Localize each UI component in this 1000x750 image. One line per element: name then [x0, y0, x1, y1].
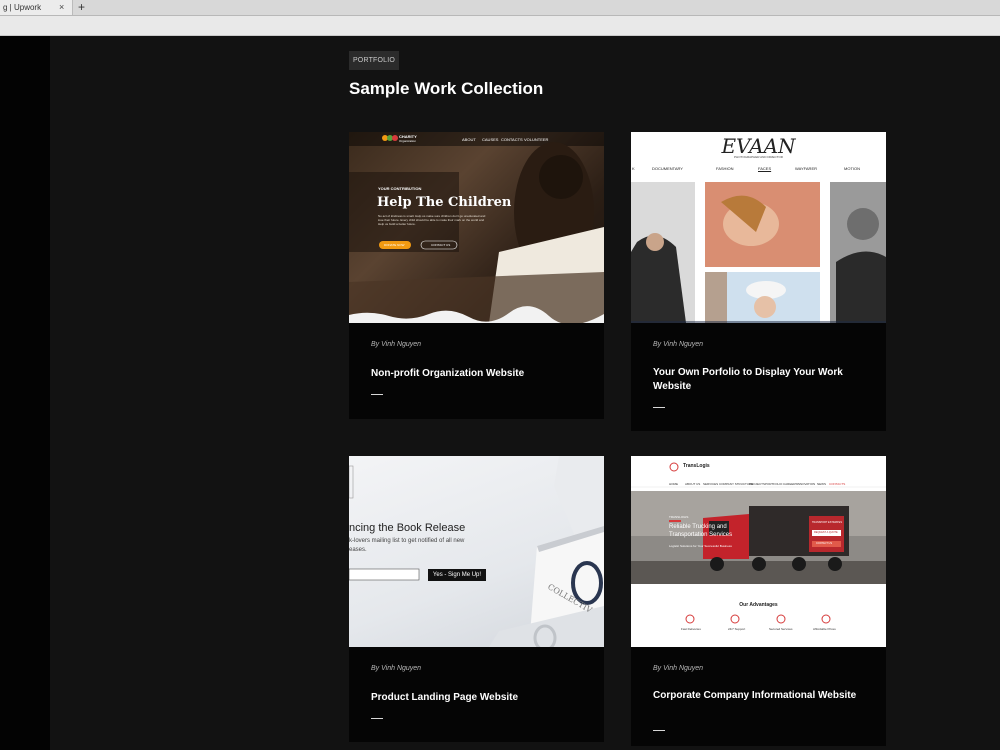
card-title[interactable]: Your Own Porfolio to Display Your Work W…: [653, 366, 865, 394]
thumb-sub: Logistic Solutions for Your Successful B…: [669, 544, 732, 548]
browser-tab-bar: g | Upwork × +: [0, 0, 1000, 16]
thumb-kicker: TRANSLOGIS: [669, 515, 689, 519]
thumb-nav-item: FASHION: [716, 166, 734, 171]
portfolio-card-landing[interactable]: ncing the Book Release k-lovers mailing …: [349, 456, 604, 742]
thumb-nav-item: SERVICES: [703, 482, 719, 486]
thumb-nav-item: MOTION: [844, 166, 860, 171]
thumb-subtext-1: k-lovers mailing list to get notified of…: [349, 538, 465, 544]
thumb-headline: Help The Children: [377, 195, 512, 210]
books-illustration: [349, 456, 604, 647]
thumb-advantage: Fast Deliveries: [681, 627, 701, 631]
thumb-box-title: TRANSPORT ESTIMATES: [812, 521, 843, 524]
thumb-logo-sub: PHOTOGRAPHER AND DIRECTOR: [734, 155, 783, 159]
thumb-nav-item: CONTACTS: [829, 482, 846, 486]
thumb-advantage: Secured Services: [769, 627, 793, 631]
section-badge: PORTFOLIO: [349, 51, 399, 70]
tab-title: g | Upwork: [3, 3, 42, 12]
portfolio-card-corporate[interactable]: TransLogis HOME ABOUT US SERVICES COMPAN…: [631, 456, 886, 746]
thumbnail-translogis[interactable]: TransLogis HOME ABOUT US SERVICES COMPAN…: [631, 456, 886, 647]
new-tab-icon[interactable]: +: [78, 0, 85, 14]
card-divider: [371, 394, 383, 395]
thumbnail-book-release[interactable]: ncing the Book Release k-lovers mailing …: [349, 456, 604, 647]
browser-tab[interactable]: g | Upwork ×: [0, 0, 73, 15]
card-divider: [653, 407, 665, 408]
thumb-signup-button: Yes - Sign Me Up!: [432, 572, 482, 578]
thumb-nav-item: FACES: [758, 166, 772, 171]
thumb-nav-item: HOME: [669, 482, 678, 486]
thumb-nav-item: K: [632, 166, 635, 171]
thumb-nav-item: DOCUMENTARY: [652, 166, 683, 171]
card-author: By Vinh Nguyen: [653, 341, 704, 348]
thumb-nav-item: WAYFARER: [795, 166, 818, 171]
evaan-gallery-illustration: [631, 182, 886, 323]
thumb-subtext-2: eases.: [349, 547, 367, 553]
close-icon[interactable]: ×: [59, 0, 64, 15]
browser-toolbar: [0, 16, 1000, 36]
thumb-nav-item: PROJECTS: [749, 482, 766, 486]
thumb-advantage: Affordable Prices: [813, 627, 836, 631]
thumb-nav-item: CONTACTS: [501, 137, 523, 142]
thumb-contact-button: CONTACT US: [431, 243, 451, 247]
thumb-kicker: YOUR CONTRIBUTION: [378, 186, 422, 191]
thumb-nav-item: VOLUNTEER: [524, 137, 549, 142]
thumb-advantage: 24/7 Support: [728, 627, 746, 631]
card-divider: [653, 730, 665, 731]
thumb-nav-item: ABOUT US: [685, 482, 701, 486]
charity-photo-illustration: [349, 132, 604, 323]
thumb-body: No act of kindness is small. Help us mak…: [378, 214, 486, 226]
thumb-nav-item: CAUSES: [482, 137, 499, 142]
thumb-nav-item: INNOVATION: [797, 482, 816, 486]
thumb-nav-item: NEWS: [817, 482, 826, 486]
thumbnail-evaan[interactable]: EVAAN PHOTOGRAPHER AND DIRECTOR K DOCUME…: [631, 132, 886, 323]
thumb-headline-1: Reliable Trucking and: [669, 524, 727, 530]
thumb-logo: TransLogis: [683, 463, 710, 469]
card-author: By Vinh Nguyen: [371, 665, 422, 672]
thumb-box-button-1: REQUEST A QUOTE: [814, 531, 838, 534]
card-author: By Vinh Nguyen: [653, 665, 704, 672]
thumb-nav-item: CAREERS: [783, 482, 798, 486]
thumb-box-button-2: CONTACT US: [816, 542, 833, 545]
thumb-nav-item: PORTFOLIO: [765, 482, 783, 486]
card-title[interactable]: Corporate Company Informational Website: [653, 689, 865, 703]
thumb-logo-sub: Organization: [399, 139, 417, 143]
page-title: Sample Work Collection: [349, 79, 544, 98]
thumbnail-charity[interactable]: CHARITY Organization ABOUT CAUSES CONTAC…: [349, 132, 604, 323]
thumb-headline: ncing the Book Release: [349, 522, 466, 534]
portfolio-card-nonprofit[interactable]: CHARITY Organization ABOUT CAUSES CONTAC…: [349, 132, 604, 419]
card-title[interactable]: Product Landing Page Website: [371, 691, 583, 705]
card-author: By Vinh Nguyen: [371, 341, 422, 348]
card-title[interactable]: Non-profit Organization Website: [371, 367, 583, 381]
thumb-donate-button: DONATE NOW: [384, 243, 405, 247]
card-divider: [371, 718, 383, 719]
thumb-headline-2: Transportation Services: [669, 532, 733, 538]
thumb-advantages-title: Our Advantages: [739, 602, 778, 608]
portfolio-card-photographer[interactable]: EVAAN PHOTOGRAPHER AND DIRECTOR K DOCUME…: [631, 132, 886, 431]
thumb-nav-item: ABOUT: [462, 137, 476, 142]
left-dark-panel: [0, 36, 50, 750]
